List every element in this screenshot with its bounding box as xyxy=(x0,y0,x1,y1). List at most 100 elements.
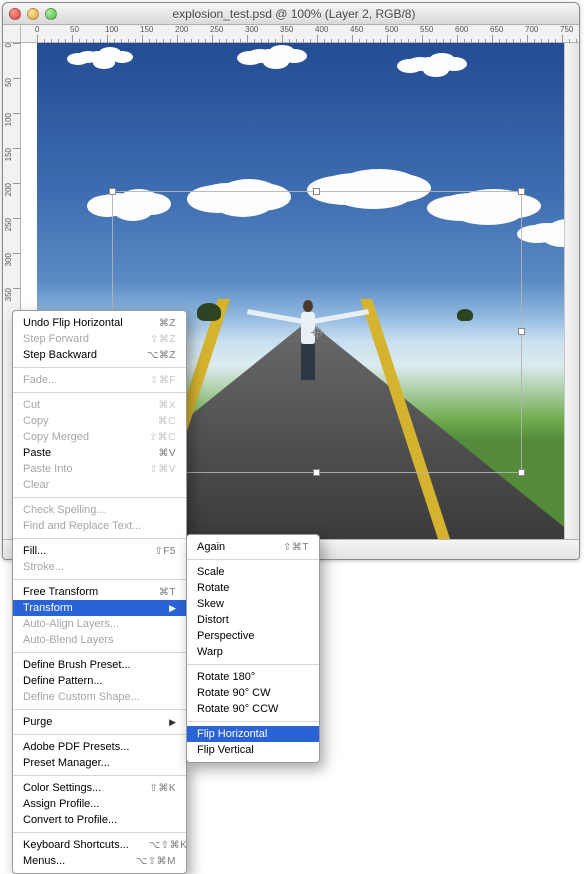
menu-item-label: Convert to Profile... xyxy=(23,814,176,826)
menu-item-shortcut: ⇧⌘K xyxy=(129,783,176,794)
ruler-tick-label: 150 xyxy=(4,148,13,161)
edit-menu-item-preset-manager[interactable]: Preset Manager... xyxy=(13,755,186,771)
menu-separator xyxy=(13,709,186,710)
transform-handle-nw[interactable] xyxy=(109,188,116,195)
ruler-tick-label: 550 xyxy=(420,25,433,34)
transform-menu-item-rotate-90-ccw[interactable]: Rotate 90° CCW xyxy=(187,701,319,717)
edit-menu-item-stroke: Stroke... xyxy=(13,559,186,575)
menu-item-label: Cut xyxy=(23,399,138,411)
cloud-shape xyxy=(247,49,273,63)
ruler-tick-label: 100 xyxy=(105,25,118,34)
ruler-tick-label: 200 xyxy=(4,183,13,196)
menu-separator xyxy=(13,497,186,498)
edit-menu-item-transform[interactable]: Transform▶ xyxy=(13,600,186,616)
ruler-tick-label: 250 xyxy=(210,25,223,34)
menu-item-label: Skew xyxy=(197,598,309,610)
menu-item-label: Auto-Align Layers... xyxy=(23,618,176,630)
menu-separator xyxy=(187,721,319,722)
menu-item-shortcut: ⌘V xyxy=(138,448,176,459)
menu-item-label: Rotate xyxy=(197,582,309,594)
transform-menu-item-flip-horizontal[interactable]: Flip Horizontal xyxy=(187,726,319,742)
ruler-origin[interactable] xyxy=(3,25,21,43)
ruler-tick-label: 500 xyxy=(385,25,398,34)
edit-menu-item-menus[interactable]: Menus...⌥⇧⌘M xyxy=(13,853,186,869)
edit-menu-item-step-backward[interactable]: Step Backward⌥⌘Z xyxy=(13,347,186,363)
menu-item-label: Again xyxy=(197,541,263,553)
cloud-shape xyxy=(407,57,433,71)
menu-separator xyxy=(13,392,186,393)
ruler-tick-label: 600 xyxy=(455,25,468,34)
edit-menu-item-color-settings[interactable]: Color Settings...⇧⌘K xyxy=(13,780,186,796)
edit-menu-item-paste[interactable]: Paste⌘V xyxy=(13,445,186,461)
menu-item-label: Color Settings... xyxy=(23,782,129,794)
submenu-arrow-icon: ▶ xyxy=(169,717,176,728)
transform-menu-item-rotate-180[interactable]: Rotate 180° xyxy=(187,669,319,685)
ruler-tick-label: 150 xyxy=(140,25,153,34)
menu-item-shortcut: ⇧⌘F xyxy=(130,375,176,386)
edit-menu-item-define-brush-preset[interactable]: Define Brush Preset... xyxy=(13,657,186,673)
menu-item-shortcut: ⌥⇧⌘K xyxy=(129,840,188,851)
transform-menu-item-warp[interactable]: Warp xyxy=(187,644,319,660)
edit-menu-item-auto-align-layers: Auto-Align Layers... xyxy=(13,616,186,632)
menu-item-label: Stroke... xyxy=(23,561,176,573)
edit-menu-item-purge[interactable]: Purge ▶ xyxy=(13,714,186,730)
menu-item-shortcut: ⇧F5 xyxy=(134,546,176,557)
transform-menu-item-rotate[interactable]: Rotate xyxy=(187,580,319,596)
menu-item-label: Perspective xyxy=(197,630,309,642)
menu-item-label: Menus... xyxy=(23,855,116,867)
edit-menu-item-assign-profile[interactable]: Assign Profile... xyxy=(13,796,186,812)
menu-item-shortcut: ⌘Z xyxy=(139,318,176,329)
cloud-shape xyxy=(77,51,99,63)
menu-item-label: Free Transform xyxy=(23,586,139,598)
edit-menu-item-clear: Clear xyxy=(13,477,186,493)
ruler-tick-label: 750 xyxy=(560,25,573,34)
edit-menu-item-undo-flip-horizontal[interactable]: Undo Flip Horizontal⌘Z xyxy=(13,315,186,331)
ruler-tick-label: 350 xyxy=(280,25,293,34)
menu-item-label: Scale xyxy=(197,566,309,578)
titlebar[interactable]: explosion_test.psd @ 100% (Layer 2, RGB/… xyxy=(3,3,579,25)
menu-item-label: Preset Manager... xyxy=(23,757,176,769)
ruler-tick-label: 50 xyxy=(4,78,13,87)
transform-handle-se[interactable] xyxy=(518,469,525,476)
transform-menu-item-perspective[interactable]: Perspective xyxy=(187,628,319,644)
menu-item-label: Fade... xyxy=(23,374,130,386)
edit-menu-item-keyboard-shortcuts[interactable]: Keyboard Shortcuts...⌥⇧⌘K xyxy=(13,837,186,853)
transform-handle-s[interactable] xyxy=(313,469,320,476)
edit-menu-item-convert-to-profile[interactable]: Convert to Profile... xyxy=(13,812,186,828)
ruler-tick-label: 350 xyxy=(4,288,13,301)
edit-menu-item-fill[interactable]: Fill...⇧F5 xyxy=(13,543,186,559)
transform-menu-item-skew[interactable]: Skew xyxy=(187,596,319,612)
menu-item-label: Warp xyxy=(197,646,309,658)
ruler-tick-label: 200 xyxy=(175,25,188,34)
edit-menu-item-cut: Cut⌘X xyxy=(13,397,186,413)
transform-menu-item-scale[interactable]: Scale xyxy=(187,564,319,580)
vertical-scrollbar[interactable] xyxy=(564,43,579,539)
transform-handle-e[interactable] xyxy=(518,328,525,335)
ruler-tick-label: 250 xyxy=(4,218,13,231)
transform-submenu: Again⇧⌘T Scale Rotate Skew Distort Perspectiv… xyxy=(186,534,320,763)
transform-menu-item-distort[interactable]: Distort xyxy=(187,612,319,628)
ruler-horizontal[interactable]: 0501001502002503003504004505005506006507… xyxy=(21,25,579,43)
edit-menu-item-define-pattern[interactable]: Define Pattern... xyxy=(13,673,186,689)
edit-menu-item-adobe-pdf-presets[interactable]: Adobe PDF Presets... xyxy=(13,739,186,755)
menu-item-label: Flip Horizontal xyxy=(197,728,309,740)
ruler-tick-label: 50 xyxy=(70,25,79,34)
transform-menu-item-rotate-90-cw[interactable]: Rotate 90° CW xyxy=(187,685,319,701)
transform-handle-ne[interactable] xyxy=(518,188,525,195)
menu-item-label: Copy Merged xyxy=(23,431,129,443)
transform-menu-item-again[interactable]: Again⇧⌘T xyxy=(187,539,319,555)
menu-item-label: Rotate 180° xyxy=(197,671,309,683)
menu-item-shortcut: ⇧⌘V xyxy=(129,464,176,475)
ruler-tick-label: 100 xyxy=(4,113,13,126)
transform-menu-item-flip-vertical[interactable]: Flip Vertical xyxy=(187,742,319,758)
cloud-shape xyxy=(527,223,567,241)
edit-menu-item-free-transform[interactable]: Free Transform⌘T xyxy=(13,584,186,600)
menu-item-label: Adobe PDF Presets... xyxy=(23,741,176,753)
menu-item-label: Purge xyxy=(23,716,155,728)
window-title: explosion_test.psd @ 100% (Layer 2, RGB/… xyxy=(15,7,573,21)
menu-item-label: Distort xyxy=(197,614,309,626)
menu-separator xyxy=(13,538,186,539)
transform-handle-n[interactable] xyxy=(313,188,320,195)
menu-item-shortcut: ⌥⇧⌘M xyxy=(116,856,176,867)
transform-center-icon[interactable] xyxy=(313,328,322,337)
